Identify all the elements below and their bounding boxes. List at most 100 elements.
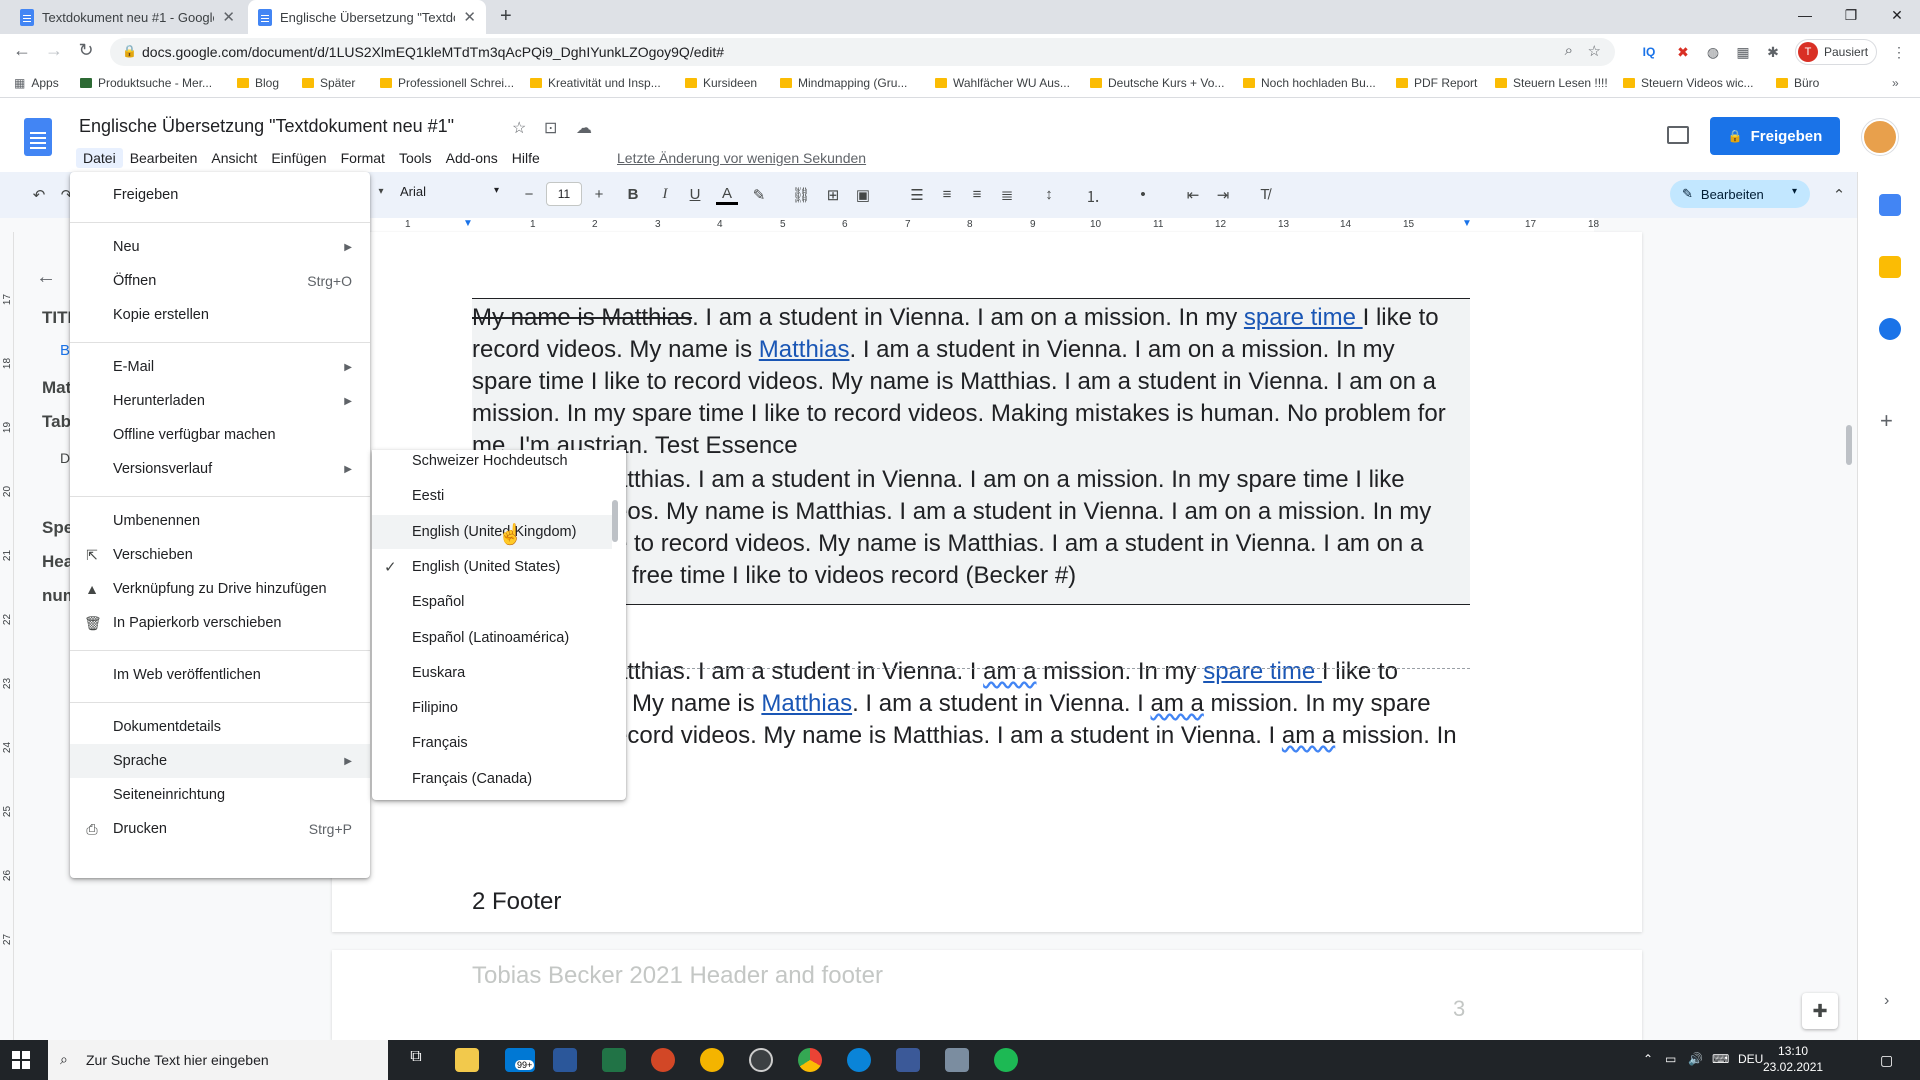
bookmark-item[interactable]: Noch hochladen Bu...: [1243, 76, 1376, 90]
text-line[interactable]: atthias. I am a student in Vienna. I am …: [614, 656, 1614, 688]
bookmark-item[interactable]: Später: [302, 76, 355, 90]
app-icon[interactable]: [945, 1048, 969, 1072]
scrollbar-thumb[interactable]: [1846, 425, 1852, 465]
font-size-increase-icon[interactable]: +: [588, 186, 610, 203]
star-icon[interactable]: ☆: [512, 118, 526, 138]
extension-iq-icon[interactable]: IQ: [1638, 41, 1660, 63]
align-justify-icon[interactable]: ≣: [996, 186, 1018, 204]
bookmark-apps[interactable]: ▦ Apps: [14, 76, 59, 90]
extension-globe-icon[interactable]: ◍: [1702, 41, 1724, 63]
spotify-icon[interactable]: [994, 1048, 1018, 1072]
close-icon[interactable]: ✕: [463, 8, 476, 26]
language-option[interactable]: Filipino: [372, 691, 612, 725]
text-line[interactable]: record videos. My name is Matthias. I am…: [472, 334, 1472, 366]
bookmark-item[interactable]: Wahlfächer WU Aus...: [935, 76, 1070, 90]
hyperlink[interactable]: spare time: [1244, 304, 1363, 331]
language-option[interactable]: Français: [372, 726, 612, 760]
bookmark-item[interactable]: Kursideen: [685, 76, 757, 90]
word-icon[interactable]: [553, 1048, 577, 1072]
file-menu-item[interactable]: Kopie erstellen: [70, 298, 370, 332]
back-arrow-icon[interactable]: ←: [36, 266, 56, 289]
file-menu-item[interactable]: Im Web veröffentlichen: [70, 658, 370, 692]
bookmark-item[interactable]: Steuern Videos wic...: [1623, 76, 1754, 90]
address-bar[interactable]: 🔒 docs.google.com/document/d/1LUS2XlmEQ1…: [110, 38, 1615, 66]
document-title[interactable]: Englische Übersetzung "Textdokument neu …: [79, 116, 454, 137]
browser-menu-icon[interactable]: ⋮: [1888, 41, 1910, 63]
clear-formatting-icon[interactable]: T̸: [1254, 186, 1276, 203]
menu-format[interactable]: Format: [334, 148, 392, 168]
hyperlink[interactable]: Matthias: [761, 690, 852, 717]
last-edit-link[interactable]: Letzte Änderung vor wenigen Sekunden: [617, 150, 866, 166]
file-menu-item[interactable]: Öffnen Strg+O: [70, 264, 370, 298]
file-menu-item[interactable]: Sprache ▶: [70, 744, 370, 778]
font-size-decrease-icon[interactable]: −: [518, 186, 540, 203]
file-menu-item[interactable]: ⇱ Verschieben: [70, 538, 370, 572]
file-menu-item[interactable]: Freigeben: [70, 178, 370, 212]
bulleted-list-icon[interactable]: •: [1132, 186, 1154, 203]
edge-icon[interactable]: [847, 1048, 871, 1072]
text-line[interactable]: atthias. I am a student in Vienna. I am …: [614, 464, 1614, 496]
language-option[interactable]: Schweizer Hochdeutsch: [372, 450, 612, 478]
window-close-icon[interactable]: ✕: [1874, 0, 1920, 30]
profile-button[interactable]: T Pausiert: [1795, 39, 1878, 65]
move-folder-icon[interactable]: ⊡: [544, 118, 557, 138]
increase-indent-icon[interactable]: ⇥: [1212, 186, 1234, 204]
scrollbar-thumb[interactable]: [612, 500, 618, 542]
browser-tab[interactable]: Textdokument neu #1 - Google D ✕: [10, 0, 245, 34]
outline-item[interactable]: Hea: [42, 552, 73, 572]
align-center-icon[interactable]: ≡: [936, 186, 958, 203]
system-clock[interactable]: 13:10 23.02.2021: [1763, 1043, 1823, 1075]
font-size-input[interactable]: 11: [546, 182, 582, 206]
chevron-right-icon[interactable]: ›: [1884, 992, 1889, 1010]
excel-icon[interactable]: [602, 1048, 626, 1072]
align-right-icon[interactable]: ≡: [966, 186, 988, 203]
file-menu-item[interactable]: ⎙ Drucken Strg+P: [70, 812, 370, 846]
close-icon[interactable]: ✕: [222, 8, 235, 26]
comment-icon[interactable]: [1667, 126, 1689, 144]
underline-icon[interactable]: U: [684, 186, 706, 203]
bookmarks-overflow-icon[interactable]: »: [1892, 76, 1899, 90]
text-line[interactable]: spare time I like to record videos. My n…: [472, 366, 1472, 398]
task-view-icon[interactable]: ⧉: [404, 1048, 428, 1072]
align-left-icon[interactable]: ☰: [906, 186, 928, 204]
tasks-icon[interactable]: [1879, 318, 1901, 340]
mail-icon[interactable]: 99+: [505, 1048, 535, 1072]
file-explorer-icon[interactable]: [455, 1048, 479, 1072]
file-menu-item[interactable]: Umbenennen: [70, 504, 370, 538]
indent-marker-icon[interactable]: ▼: [463, 218, 473, 229]
file-menu-item[interactable]: Versionsverlauf ▶: [70, 452, 370, 486]
file-menu-item[interactable]: Herunterladen ▶: [70, 384, 370, 418]
text-line[interactable]: My name is Matthias. I am a student in V…: [632, 688, 1632, 720]
menu-einfuegen[interactable]: Einfügen: [264, 148, 333, 168]
footer-heading[interactable]: 2 Footer: [472, 888, 561, 916]
avatar[interactable]: [1862, 119, 1898, 155]
keep-icon[interactable]: [1879, 256, 1901, 278]
edit-mode-dropdown[interactable]: ✎ Bearbeiten ▾: [1670, 180, 1810, 208]
file-menu-item[interactable]: Offline verfügbar machen: [70, 418, 370, 452]
zoom-icon[interactable]: ⌕: [1565, 42, 1573, 59]
obs-icon[interactable]: [749, 1048, 773, 1072]
input-language[interactable]: DEU: [1738, 1052, 1763, 1066]
add-comment-icon[interactable]: ⊞: [822, 186, 844, 204]
text-line[interactable]: ecord videos. My name is Matthias. I am …: [614, 720, 1614, 752]
outline-item[interactable]: Mat: [42, 378, 71, 398]
star-icon[interactable]: ☆: [1588, 42, 1601, 60]
keyboard-icon[interactable]: ⌨: [1712, 1052, 1729, 1066]
file-menu-item[interactable]: ▲ Verknüpfung zu Drive hinzufügen: [70, 572, 370, 606]
page-header-text[interactable]: Tobias Becker 2021 Header and footer: [472, 962, 883, 990]
bookmark-item[interactable]: PDF Report: [1396, 76, 1477, 90]
taskbar-search-input[interactable]: ⌕ Zur Suche Text hier eingeben: [48, 1040, 388, 1080]
font-select[interactable]: Arial ▾: [400, 184, 510, 199]
hyperlink[interactable]: spare time: [1203, 658, 1322, 685]
notifications-icon[interactable]: ▢: [1880, 1052, 1893, 1069]
app-icon[interactable]: [896, 1048, 920, 1072]
tray-chevron-icon[interactable]: ⌃: [1643, 1052, 1653, 1066]
add-addon-icon[interactable]: +: [1880, 408, 1893, 434]
bookmark-item[interactable]: Produktsuche - Mer...: [80, 76, 212, 90]
menu-bearbeiten[interactable]: Bearbeiten: [123, 148, 205, 168]
cloud-status-icon[interactable]: ☁: [576, 118, 592, 138]
language-option[interactable]: Español (Latinoamérica): [372, 621, 612, 655]
text-line[interactable]: e to record videos. My name is Matthias.…: [614, 528, 1614, 560]
calendar-icon[interactable]: [1879, 194, 1901, 216]
extension-blocker-icon[interactable]: ✖: [1672, 41, 1694, 63]
